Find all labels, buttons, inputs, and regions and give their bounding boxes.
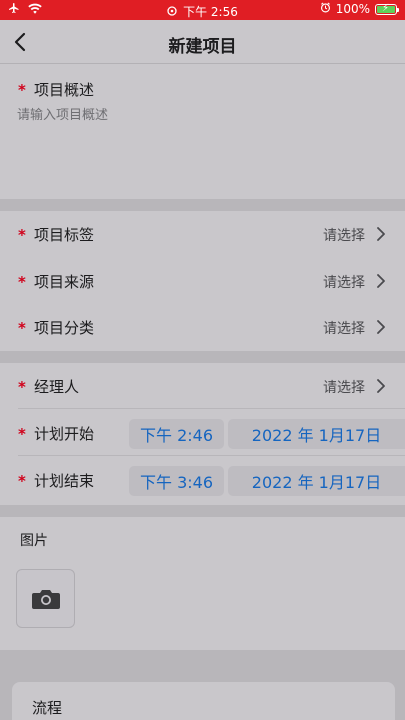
status-bar: 下午 2:56 100% ⚡ [0, 0, 405, 20]
section-separator [0, 505, 405, 517]
row-divider [18, 408, 405, 409]
chevron-right-icon [377, 274, 385, 288]
required-mark: * [18, 424, 26, 443]
process-section: 流程 [12, 682, 395, 720]
description-input[interactable] [17, 104, 387, 184]
photos-label: 图片 [20, 533, 48, 549]
description-label: * 项目概述 [18, 79, 94, 100]
required-mark: * [18, 471, 26, 490]
row-value: 请选择 [323, 275, 365, 291]
plan-start-date-picker[interactable]: 2022 年 1月17日 [228, 419, 405, 449]
row-manager[interactable]: * 经理人 请选择 [0, 363, 405, 409]
row-project-source[interactable]: * 项目来源 请选择 [0, 258, 405, 304]
required-mark: * [18, 377, 26, 396]
photos-section: 图片 [0, 517, 405, 650]
battery-icon: ⚡ [375, 3, 399, 15]
description-label-text: 项目概述 [34, 81, 95, 99]
row-plan-end: * 计划结束 下午 3:46 2022 年 1月17日 [0, 457, 405, 503]
required-mark: * [18, 272, 26, 291]
add-photo-button[interactable] [16, 569, 75, 628]
section-separator [0, 199, 405, 211]
row-label: 项目来源 [34, 273, 95, 291]
alarm-icon [167, 5, 177, 19]
row-label: 项目标签 [34, 226, 95, 244]
page-title: 新建项目 [168, 37, 237, 57]
row-project-tags[interactable]: * 项目标签 请选择 [0, 211, 405, 257]
project-schedule-section: * 经理人 请选择 * 计划开始 下午 2:46 2022 年 1月17日 * 计划结… [0, 363, 405, 505]
navigation-bar: 新建项目 [0, 20, 405, 64]
row-label: 计划开始 [34, 425, 95, 443]
project-attributes-section: * 项目标签 请选择 * 项目来源 请选择 * 项目分类 请选择 [0, 211, 405, 351]
required-mark: * [18, 318, 26, 337]
status-time: 下午 2:56 [183, 5, 238, 19]
row-label: 项目分类 [34, 319, 95, 337]
chevron-right-icon [377, 227, 385, 241]
required-mark: * [18, 225, 26, 244]
process-label: 流程 [32, 699, 63, 717]
plan-end-date-picker[interactable]: 2022 年 1月17日 [228, 466, 405, 496]
row-label: 计划结束 [34, 472, 95, 490]
row-value: 请选择 [323, 380, 365, 396]
camera-icon [31, 589, 60, 609]
section-separator [0, 351, 405, 363]
project-description-section: * 项目概述 [0, 64, 405, 199]
row-value: 请选择 [323, 321, 365, 337]
row-value: 请选择 [323, 228, 365, 244]
required-mark: * [18, 81, 26, 99]
clock-icon [320, 2, 331, 16]
plan-start-time-picker[interactable]: 下午 2:46 [129, 419, 224, 449]
row-project-category[interactable]: * 项目分类 请选择 [0, 304, 405, 350]
plan-end-time-picker[interactable]: 下午 3:46 [129, 466, 224, 496]
chevron-right-icon [377, 379, 385, 393]
battery-percent: 100% [335, 2, 370, 16]
row-label: 经理人 [34, 378, 80, 396]
chevron-right-icon [377, 320, 385, 334]
row-divider [18, 455, 405, 456]
row-plan-start: * 计划开始 下午 2:46 2022 年 1月17日 [0, 410, 405, 456]
